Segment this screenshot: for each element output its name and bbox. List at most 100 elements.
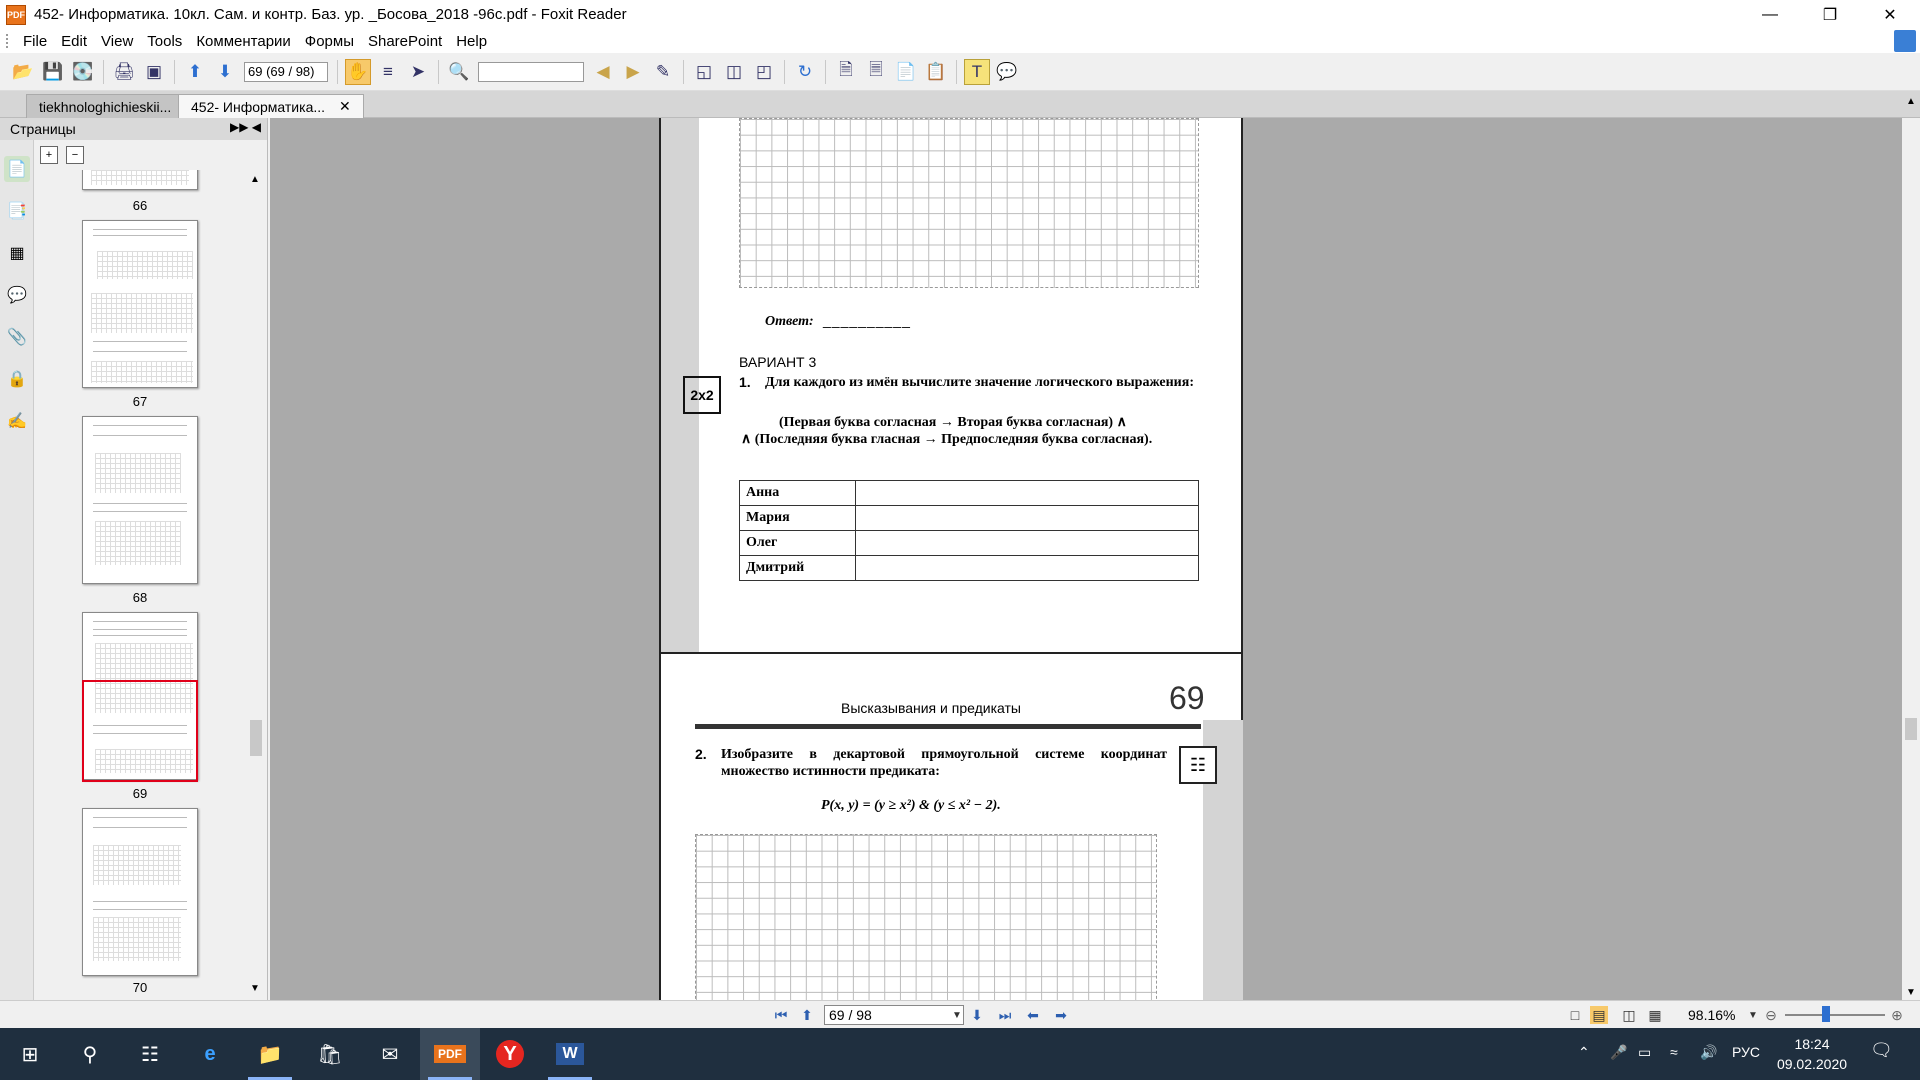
save-all-icon[interactable]: 💽 [70,59,96,85]
rotate-view-icon[interactable]: ↻ [792,59,818,85]
start-windows-icon[interactable]: ⊞ [0,1028,60,1080]
status-page-field[interactable] [824,1005,964,1025]
microphone-icon[interactable]: 🎤 [1610,1044,1627,1061]
zoom-dropdown-icon[interactable]: ▼ [1744,1006,1762,1024]
wifi-icon[interactable]: ≈ [1670,1044,1678,1060]
scrollbar-thumb[interactable] [1905,718,1917,740]
document-view[interactable]: Ответ: __________ ВАРИАНТ 3 2x2 1. Для к… [270,118,1902,1000]
attachments-panel-icon[interactable]: 📎 [4,324,30,350]
battery-icon[interactable]: ▭ [1638,1044,1651,1061]
zoom-out-icon[interactable]: ⊖ [1762,1006,1780,1024]
pages-panel-icon[interactable]: 📄 [4,156,30,182]
select-arrow-icon[interactable]: ➤ [405,59,431,85]
menu-sharepoint[interactable]: SharePoint [361,33,449,50]
scroll-up-icon[interactable]: ▲ [250,174,260,185]
thumbnail-page-66[interactable] [82,170,198,190]
typewriter-icon[interactable]: T [964,58,990,85]
continuous-facing-view-icon[interactable]: ▦ [1646,1006,1664,1024]
hand-tool-icon[interactable]: ✋ [345,58,371,85]
action-center-icon[interactable]: 🗨 [1870,1040,1893,1061]
go-back-icon[interactable]: ⬅ [1024,1006,1042,1024]
visible-area-selection[interactable] [82,680,198,782]
next-page-icon[interactable]: ⬇ [968,1006,986,1024]
thumbnail-page-70[interactable] [82,808,198,976]
input-language[interactable]: РУС [1732,1044,1760,1060]
menu-file[interactable]: File [16,33,54,50]
zoom-in-thumbnails-icon[interactable]: + [40,146,58,164]
screen-icon[interactable]: ▣ [141,59,167,85]
print-icon[interactable]: 🖨 [111,59,137,85]
menu-view[interactable]: View [94,33,140,50]
scroll-down-icon[interactable]: ▼ [1906,987,1916,998]
file-explorer-icon[interactable]: 📁 [240,1028,300,1080]
find-options-icon[interactable]: ✎ [650,59,676,85]
document-scrollbar[interactable]: ▲ ▼ [1902,96,1920,1000]
next-page-icon[interactable]: ⬇ [212,59,238,85]
find-prev-icon[interactable]: ◀ [590,59,616,85]
page-number-field[interactable] [244,61,328,82]
pdf-from-file-icon[interactable]: 📄 [893,59,919,85]
zoom-out-thumbnails-icon[interactable]: − [66,146,84,164]
save-icon[interactable]: 💾 [40,59,66,85]
bookmarks-panel-icon[interactable]: 📑 [4,198,30,224]
open-file-icon[interactable]: 📂 [10,59,36,85]
zoom-slider[interactable] [1785,1014,1885,1016]
panel-collapse-icon[interactable]: ▶▶ ◀ [230,120,261,134]
menu-comments[interactable]: Комментарии [189,33,297,50]
task-view-icon[interactable]: ☷ [120,1028,180,1080]
create-pdf-icon[interactable]: 🗎 [833,59,859,85]
yandex-browser-icon[interactable]: Y [480,1028,540,1080]
search-icon[interactable]: ⚲ [60,1028,120,1080]
thumbnail-scrollbar[interactable]: ▲ ▼ [248,170,264,996]
volume-icon[interactable]: 🔊 [1700,1044,1717,1061]
first-page-icon[interactable]: ⏮ [772,1006,790,1024]
menu-forms[interactable]: Формы [298,33,361,50]
close-tab-icon[interactable]: ✕ [339,98,351,115]
tab-tiekhnologhichieskii[interactable]: tiekhnologhichieskii... [26,94,185,118]
continuous-view-icon[interactable]: ▤ [1590,1006,1608,1024]
facing-view-icon[interactable]: ◫ [1620,1006,1638,1024]
fit-page-icon[interactable]: ◫ [721,59,747,85]
convert-pdf-icon[interactable]: 🗏 [863,59,889,85]
single-page-view-icon[interactable]: □ [1566,1006,1584,1024]
find-next-icon[interactable]: ▶ [620,59,646,85]
zoom-slider-thumb[interactable] [1822,1006,1830,1022]
system-clock[interactable]: 18:24 09.02.2020 [1772,1034,1852,1074]
go-forward-icon[interactable]: ➡ [1052,1006,1070,1024]
fit-width-icon[interactable]: ◰ [751,59,777,85]
edge-browser-icon[interactable]: e [180,1028,240,1080]
menu-tools[interactable]: Tools [140,33,189,50]
scrollbar-thumb[interactable] [250,720,262,756]
combine-pdf-icon[interactable]: 📋 [923,59,949,85]
show-hidden-icons-icon[interactable]: ⌃ [1578,1044,1590,1061]
restore-button[interactable]: ❐ [1800,0,1860,29]
foxit-reader-taskbar-icon[interactable]: PDF [420,1028,480,1080]
word-icon[interactable]: W [540,1028,600,1080]
find-binoculars-icon[interactable]: 🔍 [446,59,472,85]
thumbnail-page-68[interactable] [82,416,198,584]
note-comment-icon[interactable]: 💬 [994,59,1020,85]
thumbnail-page-67[interactable] [82,220,198,388]
actual-size-icon[interactable]: ◱ [691,59,717,85]
last-page-icon[interactable]: ⏭ [996,1006,1014,1024]
security-lock-icon[interactable]: 🔒 [4,366,30,392]
minimize-button[interactable]: — [1740,0,1800,29]
select-text-icon[interactable]: ≡ [375,59,401,85]
signature-panel-icon[interactable]: ✍ [4,408,30,434]
close-button[interactable]: ✕ [1860,0,1920,29]
page-dropdown-icon[interactable]: ▼ [948,1006,966,1024]
zoom-value[interactable]: 98.16% [1688,1007,1735,1023]
tab-informatika[interactable]: 452- Информатика... ✕ [178,94,364,118]
menu-help[interactable]: Help [449,33,494,50]
mail-icon[interactable]: ✉ [360,1028,420,1080]
ribbon-toggle-icon[interactable] [1894,30,1916,52]
prev-page-icon[interactable]: ⬆ [182,59,208,85]
comments-panel-icon[interactable]: 💬 [4,282,30,308]
previous-page-icon[interactable]: ⬆ [798,1006,816,1024]
menu-edit[interactable]: Edit [54,33,94,50]
layers-panel-icon[interactable]: ▦ [4,240,30,266]
zoom-in-icon[interactable]: ⊕ [1888,1006,1906,1024]
search-input[interactable] [478,61,584,82]
store-icon[interactable]: 🛍 [300,1028,360,1080]
scroll-up-icon[interactable]: ▲ [1906,96,1916,107]
